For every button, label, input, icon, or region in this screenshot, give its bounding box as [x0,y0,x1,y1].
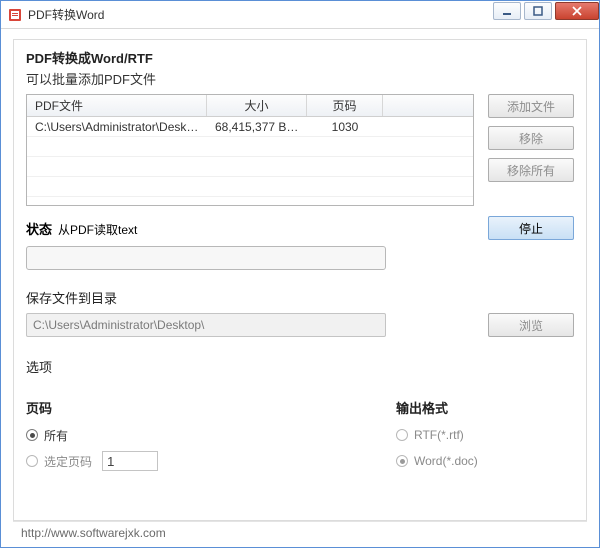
radio-word-label: Word(*.doc) [414,454,478,468]
radio-rtf-label: RTF(*.rtf) [414,428,464,442]
column-page[interactable]: 页码 [307,95,383,116]
format-options-title: 输出格式 [396,398,600,417]
column-size[interactable]: 大小 [207,95,307,116]
save-label: 保存文件到目录 [26,288,574,307]
app-icon [7,7,23,23]
file-section: PDF文件 大小 页码 C:\Users\Administrator\Deskt… [26,94,574,206]
radio-selected-label: 选定页码 [44,453,92,470]
add-file-button[interactable]: 添加文件 [488,94,574,118]
radio-icon [396,455,408,467]
cell-page: 1030 [307,120,383,134]
page-range-input[interactable] [102,451,158,471]
radio-word[interactable]: Word(*.doc) [396,451,600,471]
format-options: 输出格式 RTF(*.rtf) Word(*.doc) [396,398,600,471]
table-row[interactable] [27,177,473,197]
remove-button[interactable]: 移除 [488,126,574,150]
remove-all-button[interactable]: 移除所有 [488,158,574,182]
main-panel: PDF转换成Word/RTF 可以批量添加PDF文件 PDF文件 大小 页码 C… [13,39,587,521]
radio-rtf[interactable]: RTF(*.rtf) [396,425,600,445]
cell-size: 68,415,377 Byte [207,120,307,134]
cell-file: C:\Users\Administrator\Deskto... [27,120,207,134]
progress-bar [26,246,386,270]
options-section-label: 选项 [26,357,574,376]
table-header: PDF文件 大小 页码 [27,95,473,117]
close-button[interactable] [555,2,599,20]
save-row: C:\Users\Administrator\Desktop\ 浏览 [26,313,574,337]
radio-icon [26,455,38,467]
client-area: PDF转换成Word/RTF 可以批量添加PDF文件 PDF文件 大小 页码 C… [1,29,599,547]
application-window: PDF转换Word PDF转换成Word/RTF 可以批量添加PDF文件 PDF… [0,0,600,548]
minimize-button[interactable] [493,2,521,20]
file-table[interactable]: PDF文件 大小 页码 C:\Users\Administrator\Deskt… [26,94,474,206]
browse-button[interactable]: 浏览 [488,313,574,337]
status-bar: http://www.softwarejxk.com [13,521,587,543]
footer-url: http://www.softwarejxk.com [21,526,166,540]
window-controls [490,1,599,28]
panel-subtitle: 可以批量添加PDF文件 [26,69,574,88]
radio-selected-pages[interactable]: 选定页码 [26,451,256,471]
radio-icon [396,429,408,441]
radio-all-label: 所有 [44,427,68,444]
status-label: 状态 [26,219,52,238]
status-text: 从PDF读取text [58,221,137,238]
column-file[interactable]: PDF文件 [27,95,207,116]
file-buttons: 添加文件 移除 移除所有 [488,94,574,206]
panel-title: PDF转换成Word/RTF [26,48,574,67]
table-row[interactable] [27,137,473,157]
window-title: PDF转换Word [28,6,490,23]
page-options: 页码 所有 选定页码 [26,398,256,471]
radio-all-pages[interactable]: 所有 [26,425,256,445]
options-section: 页码 所有 选定页码 输出格式 RTF(*.rtf) [26,398,574,471]
status-text-group: 状态 从PDF读取text [26,219,137,238]
radio-icon [26,429,38,441]
table-row[interactable] [27,157,473,177]
table-row[interactable]: C:\Users\Administrator\Deskto... 68,415,… [27,117,473,137]
save-path-input[interactable]: C:\Users\Administrator\Desktop\ [26,313,386,337]
stop-button[interactable]: 停止 [488,216,574,240]
page-options-title: 页码 [26,398,256,417]
status-row: 状态 从PDF读取text 停止 [26,216,574,240]
titlebar[interactable]: PDF转换Word [1,1,599,29]
maximize-button[interactable] [524,2,552,20]
